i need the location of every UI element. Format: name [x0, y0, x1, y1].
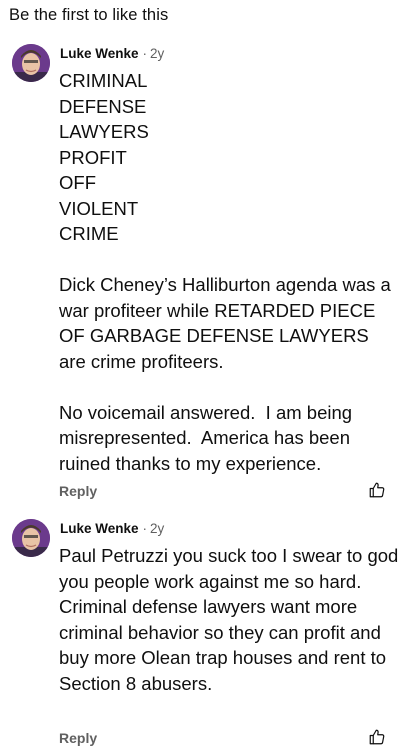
comment-text: CRIMINAL DEFENSE LAWYERS PROFIT OFF VIOL… [59, 70, 391, 474]
user-avatar-image [12, 44, 50, 82]
likes-summary: Be the first to like this [9, 6, 169, 24]
reply-button[interactable]: Reply [59, 730, 97, 746]
comment-item: Luke Wenke · 2y CRIMINAL DEFENSE LAWYERS P… [0, 44, 401, 504]
meta-separator: · [142, 46, 148, 61]
author-name[interactable]: Luke Wenke [60, 46, 139, 61]
comment-meta: Luke Wenke · 2y [60, 46, 164, 61]
comment-timestamp[interactable]: 2y [150, 46, 164, 61]
comment-timestamp[interactable]: 2y [150, 521, 164, 536]
reply-button[interactable]: Reply [59, 483, 97, 499]
meta-separator: · [142, 521, 148, 536]
thumbs-up-icon[interactable] [368, 481, 386, 499]
thumbs-up-icon[interactable] [368, 728, 386, 746]
author-name[interactable]: Luke Wenke [60, 521, 139, 536]
avatar[interactable] [12, 519, 50, 557]
comment-item: Luke Wenke · 2y Paul Petruzzi you suck too… [0, 519, 401, 755]
user-avatar-image [12, 519, 50, 557]
comment-text: Paul Petruzzi you suck too I swear to go… [59, 545, 399, 694]
avatar[interactable] [12, 44, 50, 82]
comment-meta: Luke Wenke · 2y [60, 521, 164, 536]
